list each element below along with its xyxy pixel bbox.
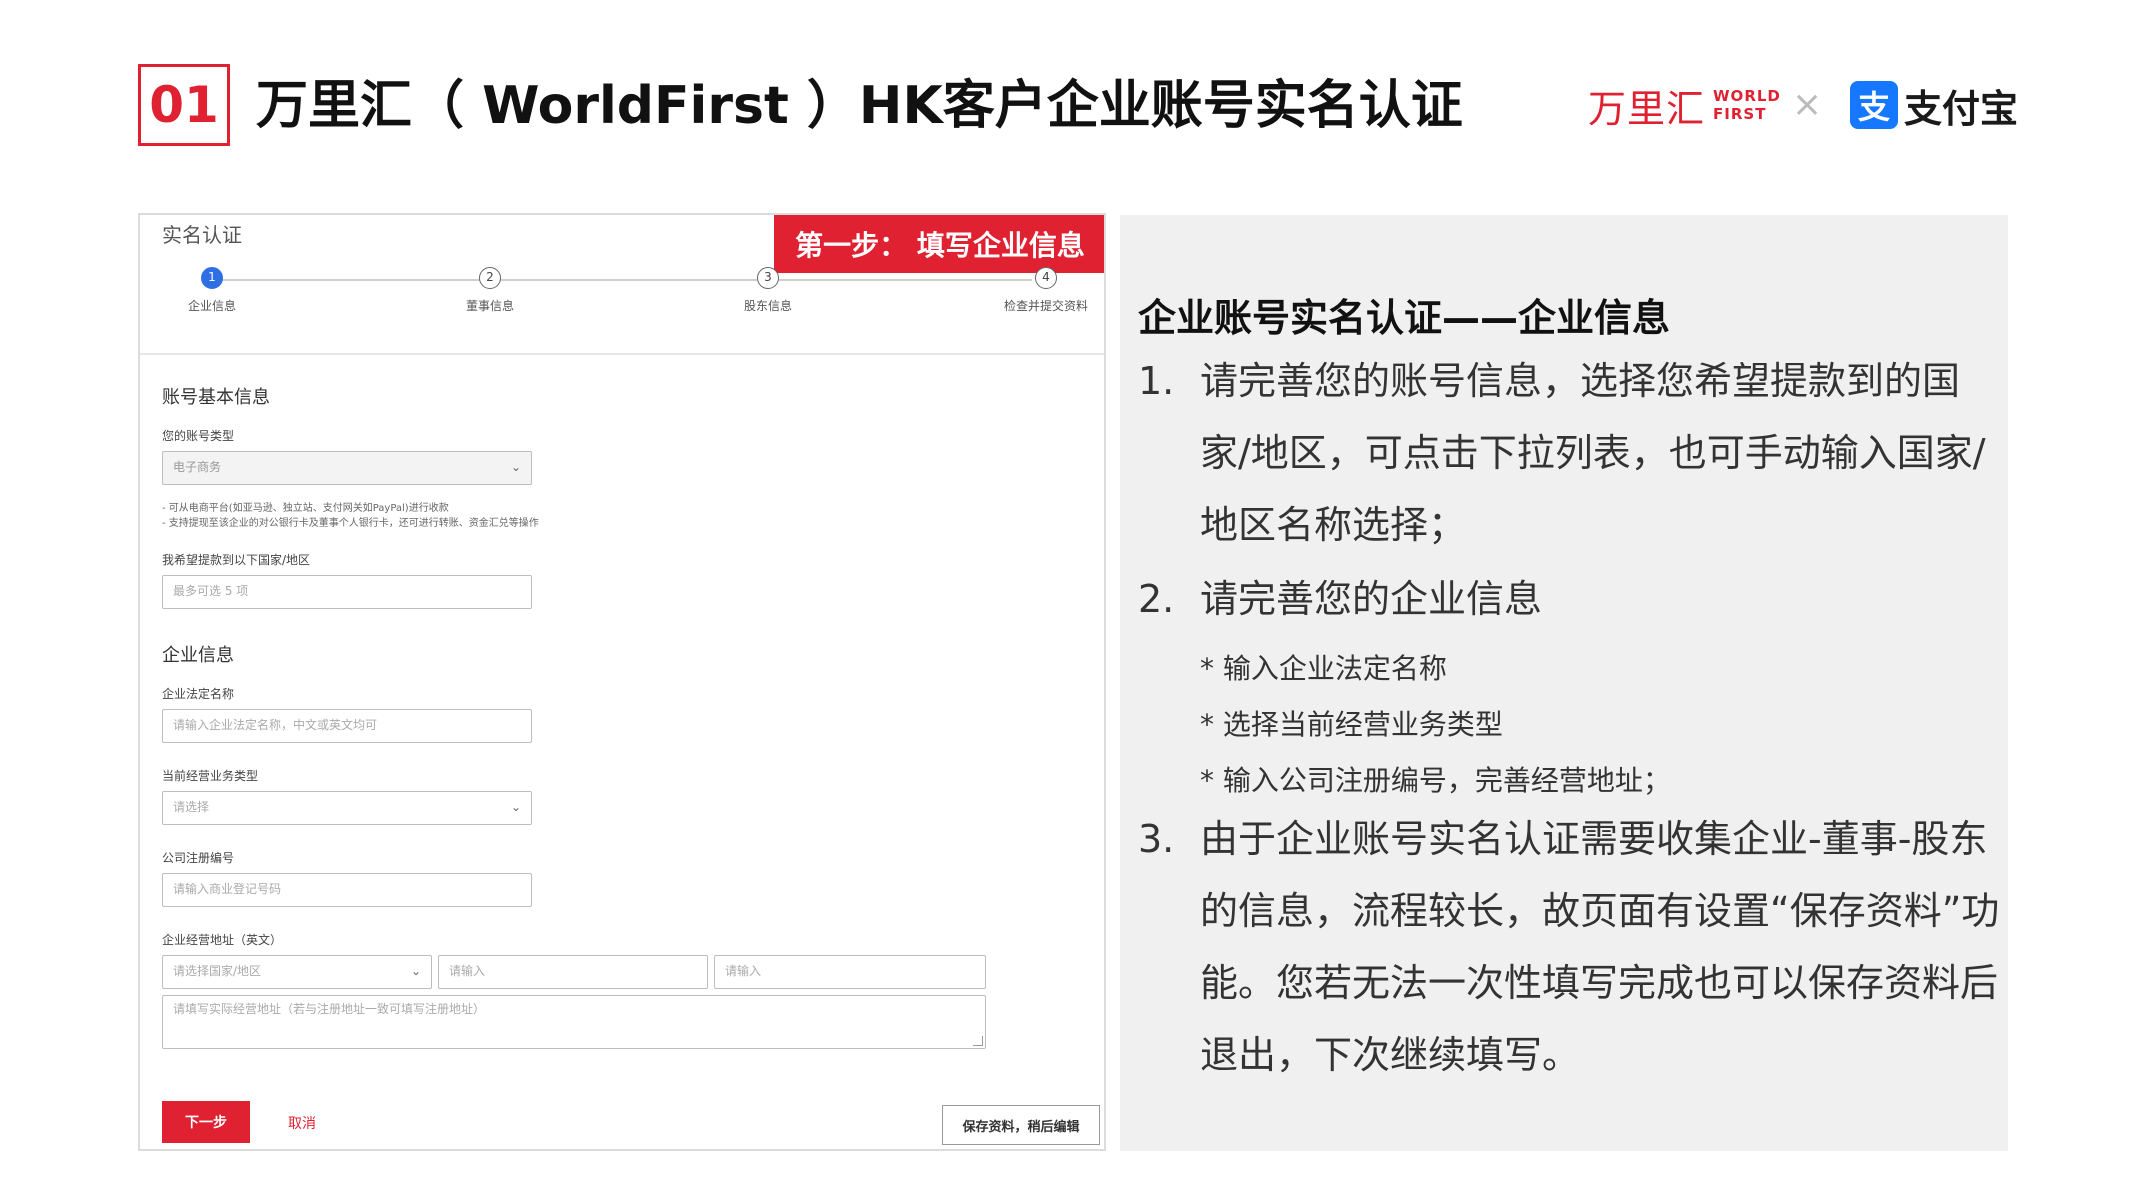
step-1[interactable]: 1 企业信息 [152,267,272,314]
reg-no-placeholder: 请输入商业登记号码 [173,882,282,896]
worldfirst-logo-en-line2: FIRST [1713,105,1767,123]
resize-handle-icon[interactable] [973,1036,983,1046]
address-field-3-placeholder: 请输入 [725,964,762,978]
address-label: 企业经营地址（英文） [162,933,283,947]
business-type-select[interactable]: 请选择 ⌄ [162,791,532,825]
step-4-dot: 4 [1035,267,1057,289]
alipay-logo: 支 支付宝 [1850,78,2018,132]
alipay-logo-text: 支付宝 [1904,86,2019,131]
address-country-select[interactable]: 请选择国家/地区 ⌄ [162,955,432,989]
account-hint-1: - 可从电商平台(如亚马逊、独立站、支付网关如PayPal)进行收款 [162,503,449,514]
withdraw-region-input[interactable]: 最多可选 5 项 [162,575,532,609]
explanation-item-2-sub-1: * 输入企业法定名称 [1200,652,1447,685]
worldfirst-logo-cn: 万里汇 [1588,86,1706,131]
explanation-item-1-number: 1. [1138,359,1175,403]
section-company-heading: 企业信息 [162,645,234,666]
section-account-heading: 账号基本信息 [162,387,270,408]
explanation-item-1-text: 请完善您的账号信息，选择您希望提款到的国家/地区，可点击下拉列表，也可手动输入国… [1200,359,1986,547]
explanation-item-2-number: 2. [1138,577,1175,621]
business-type-placeholder: 请选择 [173,800,210,814]
account-type-value: 电子商务 [173,460,222,474]
explanation-panel: 企业账号实名认证——企业信息 1. 请完善您的账号信息，选择您希望提款到的国家/… [1120,215,2008,1151]
step-4[interactable]: 4 检查并提交资料 [986,267,1104,314]
explanation-item-2-sub-2: * 选择当前经营业务类型 [1200,708,1503,741]
step-banner: 第一步： 填写企业信息 [774,215,1104,273]
step-2-dot: 2 [479,267,501,289]
section-number: 01 [138,64,230,146]
address-field-2-input[interactable]: 请输入 [438,955,708,989]
worldfirst-logo: 万里汇 WORLD FIRST [1588,80,1781,131]
business-type-label: 当前经营业务类型 [162,769,259,783]
step-3-dot: 3 [757,267,779,289]
address-field-3-input[interactable]: 请输入 [714,955,986,989]
step-1-dot: 1 [201,267,223,289]
step-4-label: 检查并提交资料 [1003,299,1088,313]
alipay-icon: 支 [1850,81,1898,129]
withdraw-region-label: 我希望提款到以下国家/地区 [162,553,311,567]
address-detail-textarea[interactable]: 请填写实际经营地址（若与注册地址一致可填写注册地址） [162,995,986,1049]
chevron-down-icon: ⌄ [510,800,521,814]
next-button[interactable]: 下一步 [162,1101,250,1143]
address-country-placeholder: 请选择国家/地区 [173,964,262,978]
worldfirst-logo-en: WORLD FIRST [1713,87,1781,123]
chevron-down-icon: ⌄ [510,460,521,474]
verification-form-screenshot: 实名认证 第一步： 填写企业信息 1 企业信息 2 董事信息 3 股东信息 4 … [138,213,1106,1151]
page-title: 万里汇（ WorldFirst ）HK客户企业账号实名认证 [256,76,1463,136]
address-field-2-placeholder: 请输入 [449,964,486,978]
legal-name-label: 企业法定名称 [162,687,235,701]
account-type-label: 您的账号类型 [162,429,235,443]
legal-name-input[interactable]: 请输入企业法定名称，中文或英文均可 [162,709,532,743]
reg-no-label: 公司注册编号 [162,851,235,865]
chevron-down-icon: ⌄ [410,964,421,978]
account-type-select[interactable]: 电子商务 ⌄ [162,451,532,485]
withdraw-region-placeholder: 最多可选 5 项 [173,584,249,598]
step-2-label: 董事信息 [465,299,514,313]
address-detail-placeholder: 请填写实际经营地址（若与注册地址一致可填写注册地址） [173,1002,486,1016]
explanation-item-3-text: 由于企业账号实名认证需要收集企业-董事-股东的信息，流程较长，故页面有设置“保存… [1200,817,2000,1077]
account-hint-2: - 支持提现至该企业的对公银行卡及董事个人银行卡，还可进行转账、资金汇兑等操作 [162,518,539,529]
step-2[interactable]: 2 董事信息 [430,267,550,314]
header-divider [140,353,1104,355]
form-title: 实名认证 [162,223,242,247]
explanation-title: 企业账号实名认证——企业信息 [1138,296,1671,340]
legal-name-placeholder: 请输入企业法定名称，中文或英文均可 [173,718,378,732]
explanation-item-2-sub-3: * 输入公司注册编号，完善经营地址； [1200,764,1671,797]
explanation-item-2-text: 请完善您的企业信息 [1200,577,1543,621]
reg-no-input[interactable]: 请输入商业登记号码 [162,873,532,907]
worldfirst-logo-en-line1: WORLD [1713,87,1781,105]
step-1-label: 企业信息 [187,299,236,313]
cancel-button[interactable]: 取消 [288,1113,316,1133]
explanation-item-3-number: 3. [1138,817,1175,861]
brand-separator: × [1792,84,1823,125]
stepper-track [212,279,1032,281]
step-3-label: 股东信息 [743,299,792,313]
save-draft-button[interactable]: 保存资料，稍后编辑 [942,1105,1100,1145]
step-3[interactable]: 3 股东信息 [708,267,828,314]
